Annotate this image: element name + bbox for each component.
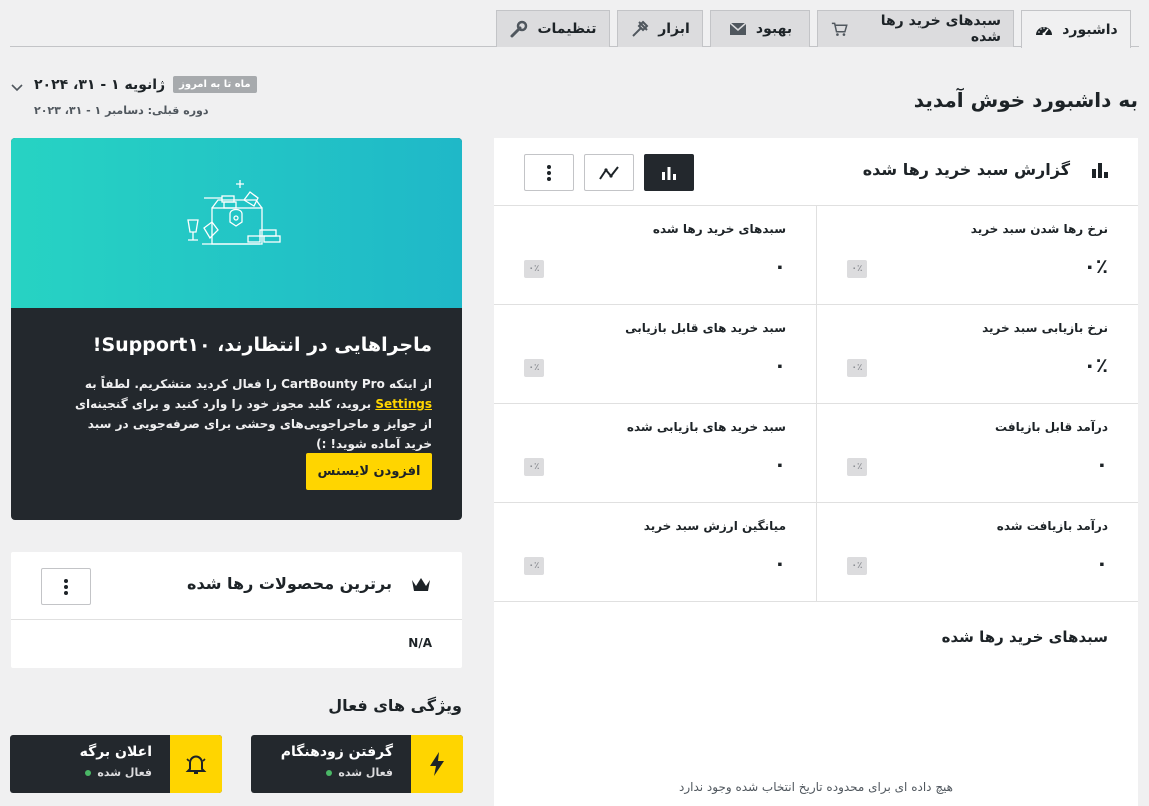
- line-chart-icon: [599, 165, 619, 180]
- crown-icon: [412, 578, 430, 591]
- cart-icon: [831, 22, 848, 36]
- stat-value: ۰: [773, 353, 786, 377]
- stat-recoverable-carts: سبد خرید های قابل بازیابی ۰ ۰٪: [494, 305, 816, 404]
- envelope-icon: [729, 22, 747, 35]
- stat-change-badge: ۰٪: [847, 557, 867, 575]
- bar-chart-icon: [1092, 163, 1108, 178]
- active-features-title: ویژگی های فعال: [328, 696, 462, 715]
- stat-label: نرخ بازیابی سبد خرید: [982, 321, 1108, 335]
- tab-settings[interactable]: تنظیمات: [496, 10, 610, 47]
- feature-tab-notification[interactable]: اعلان برگه فعال شده: [10, 735, 222, 793]
- tab-abandoned-carts[interactable]: سبدهای خرید رها شده: [817, 10, 1014, 47]
- tools-icon: [632, 20, 649, 37]
- wrench-icon: [510, 20, 528, 38]
- top-products-menu-button[interactable]: [41, 568, 91, 605]
- bar-view-button[interactable]: [644, 154, 694, 191]
- stat-change-badge: ۰٪: [847, 260, 867, 278]
- chart-empty-message: هیچ داده ای برای محدوده تاریخ انتخاب شده…: [678, 780, 954, 794]
- top-products-card: برترین محصولات رها شده N/A: [11, 552, 462, 668]
- status-dot: [85, 769, 92, 776]
- tab-label: تنظیمات: [537, 21, 597, 37]
- feature-icon-box: [170, 735, 222, 793]
- feature-title: اعلان برگه: [79, 744, 152, 760]
- feature-status-text: فعال شده: [338, 766, 393, 779]
- stat-change-badge: ۰٪: [524, 557, 544, 575]
- stat-change-badge: ۰٪: [524, 458, 544, 476]
- promo-illustration: [11, 138, 462, 308]
- promo-text: از اینکه CartBounty Pro را فعال کردید مت…: [62, 374, 432, 454]
- tab-label: ابزار: [658, 21, 690, 37]
- report-title: گزارش سبد خرید رها شده: [862, 160, 1070, 179]
- add-license-button[interactable]: افزودن لایسنس: [306, 453, 432, 490]
- report-header: گزارش سبد خرید رها شده: [494, 138, 1138, 206]
- stat-value: ۰: [773, 254, 786, 278]
- stat-value: ۰٪: [1083, 353, 1108, 377]
- top-products-title: برترین محصولات رها شده: [187, 574, 392, 593]
- stat-recovery-rate: نرخ بازیابی سبد خرید ۰٪ ۰٪: [816, 305, 1138, 404]
- treasure-icon: [186, 180, 281, 245]
- feature-icon-box: [411, 735, 463, 793]
- top-products-empty: N/A: [408, 636, 432, 650]
- tab-tools[interactable]: ابزار: [617, 10, 703, 47]
- stat-label: درآمد بازیافت شده: [996, 519, 1108, 533]
- tab-improve[interactable]: بهبود: [710, 10, 810, 47]
- stat-abandoned-carts: سبدهای خرید رها شده ۰ ۰٪: [494, 206, 816, 305]
- report-menu-button[interactable]: [524, 154, 574, 191]
- date-range-badge: ماه تا به امروز: [173, 76, 257, 93]
- promo-text-before: از اینکه CartBounty Pro را فعال کردید مت…: [84, 377, 432, 391]
- feature-status: فعال شده: [326, 766, 393, 779]
- stat-change-badge: ۰٪: [847, 458, 867, 476]
- chart-title: سبدهای خرید رها شده: [941, 628, 1108, 646]
- stat-change-badge: ۰٪: [524, 359, 544, 377]
- feature-status-text: فعال شده: [97, 766, 152, 779]
- tab-label: داشبورد: [1062, 21, 1118, 38]
- stat-label: میانگین ارزش سبد خرید: [643, 519, 786, 533]
- stat-recovered-carts: سبد خرید های بازیابی شده ۰ ۰٪: [494, 404, 816, 503]
- stat-average-cart-value: میانگین ارزش سبد خرید ۰ ۰٪: [494, 503, 816, 602]
- tab-dashboard[interactable]: داشبورد: [1021, 10, 1131, 48]
- top-products-header: برترین محصولات رها شده: [11, 552, 462, 620]
- stat-abandonment-rate: نرخ رها شدن سبد خرید ۰٪ ۰٪: [816, 206, 1138, 305]
- feature-title: گرفتن زودهنگام: [280, 744, 393, 760]
- stat-change-badge: ۰٪: [847, 359, 867, 377]
- date-range-picker[interactable]: ماه تا به امروز ژانویه ۱ - ۳۱، ۲۰۲۴ دوره…: [10, 76, 260, 124]
- promo-title: ماجراهایی در انتظارند، Support۱۰!: [92, 334, 432, 356]
- stat-value: ۰: [1095, 551, 1108, 575]
- stat-recovered-revenue: درآمد بازیافت شده ۰ ۰٪: [816, 503, 1138, 602]
- more-vertical-icon: [64, 578, 68, 595]
- lightning-icon: [430, 752, 444, 776]
- nav-tabs: داشبورد سبدهای خرید رها شده بهبود ابزار …: [10, 10, 1139, 48]
- more-vertical-icon: [547, 164, 551, 181]
- stat-value: ۰: [1095, 452, 1108, 476]
- stat-label: سبدهای خرید رها شده: [652, 222, 786, 236]
- stat-value: ۰: [773, 452, 786, 476]
- bell-icon: [185, 755, 207, 774]
- feature-status: فعال شده: [85, 766, 152, 779]
- date-range-previous: دوره قبلی: دسامبر ۱ - ۳۱، ۲۰۲۳: [34, 104, 209, 117]
- page-title: به داشبورد خوش آمدید: [913, 88, 1138, 112]
- tab-label: بهبود: [755, 21, 793, 37]
- stat-value: ۰٪: [1083, 254, 1108, 278]
- abandoned-cart-report-card: گزارش سبد خرید رها شده نرخ رها شدن سبد خ…: [494, 138, 1138, 806]
- status-dot: [326, 769, 333, 776]
- stat-label: سبد خرید های بازیابی شده: [626, 420, 786, 434]
- feature-early-capture[interactable]: گرفتن زودهنگام فعال شده: [251, 735, 463, 793]
- promo-card: ماجراهایی در انتظارند، Support۱۰! از این…: [11, 138, 462, 520]
- date-range-current: ژانویه ۱ - ۳۱، ۲۰۲۴: [34, 76, 166, 93]
- stat-recoverable-revenue: درآمد قابل بازیافت ۰ ۰٪: [816, 404, 1138, 503]
- line-view-button[interactable]: [584, 154, 634, 191]
- tab-label: سبدهای خرید رها شده: [880, 13, 1001, 45]
- stat-label: سبد خرید های قابل بازیابی: [625, 321, 786, 335]
- stat-value: ۰: [773, 551, 786, 575]
- stat-change-badge: ۰٪: [524, 260, 544, 278]
- gauge-icon: [1036, 26, 1053, 35]
- bar-chart-icon: [662, 166, 676, 180]
- stat-label: درآمد قابل بازیافت: [995, 420, 1108, 434]
- stat-label: نرخ رها شدن سبد خرید: [970, 222, 1108, 236]
- chevron-down-icon[interactable]: [10, 80, 24, 94]
- date-range-main: ماه تا به امروز ژانویه ۱ - ۳۱، ۲۰۲۴: [34, 76, 257, 93]
- settings-link[interactable]: Settings: [375, 397, 432, 411]
